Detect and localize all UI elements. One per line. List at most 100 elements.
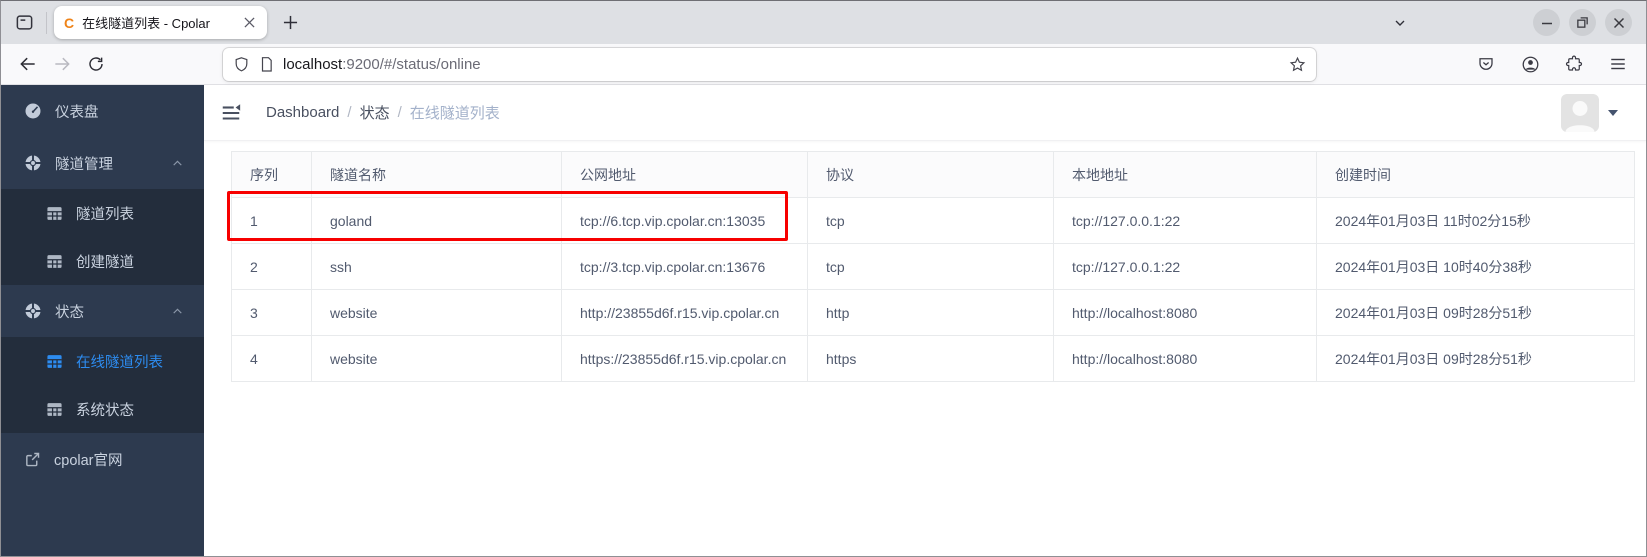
cell-created-time: 2024年01月03日 11时02分15秒	[1316, 197, 1635, 244]
sidebar: 仪表盘 隧道管理 隧道列表 创建隧道 状态 在线隧道列表 系统状态 cpolar…	[1, 85, 204, 556]
sidebar-item-label: 创建隧道	[76, 254, 134, 271]
pocket-icon[interactable]	[1470, 48, 1502, 80]
chevron-up-icon	[171, 305, 184, 318]
cell-seq: 3	[231, 289, 312, 336]
cell-seq: 4	[231, 335, 312, 382]
list-all-tabs-chevron-icon[interactable]	[1385, 8, 1415, 38]
table-row: 3 website http://23855d6f.r15.vip.cpolar…	[231, 289, 1635, 336]
col-header-protocol: 协议	[807, 151, 1054, 198]
cell-protocol: http	[807, 289, 1054, 336]
breadcrumb-separator: /	[397, 104, 402, 121]
main-header: Dashboard / 状态 / 在线隧道列表	[204, 85, 1646, 141]
restore-button[interactable]	[1569, 9, 1596, 36]
cell-seq: 2	[231, 243, 312, 290]
compass-icon	[24, 302, 42, 320]
sidebar-item-label: 隧道列表	[76, 206, 134, 223]
toolbar-right	[1470, 48, 1634, 80]
col-header-public-address: 公网地址	[561, 151, 808, 198]
sidebar-item-tunnel-management[interactable]: 隧道管理	[1, 137, 204, 189]
cell-public-address: tcp://3.tcp.vip.cpolar.cn:13676	[561, 243, 808, 290]
firefox-view-icon[interactable]	[9, 8, 39, 38]
sidebar-item-label: 在线隧道列表	[76, 354, 163, 371]
dashboard-gauge-icon	[24, 102, 42, 120]
cell-local-address: http://localhost:8080	[1053, 335, 1317, 382]
cell-tunnel-name: website	[311, 289, 562, 336]
user-menu[interactable]	[1561, 93, 1618, 132]
hamburger-menu-icon[interactable]	[1602, 48, 1634, 80]
close-button[interactable]	[1605, 9, 1632, 36]
table-grid-icon	[46, 205, 63, 222]
avatar	[1561, 93, 1599, 132]
sidebar-item-label: 隧道管理	[55, 156, 113, 173]
breadcrumb-separator: /	[347, 104, 352, 121]
url-text: localhost:9200/#/status/online	[283, 56, 1289, 73]
cell-created-time: 2024年01月03日 09时28分51秒	[1316, 289, 1635, 336]
chevron-up-icon	[171, 157, 184, 170]
cell-public-address: https://23855d6f.r15.vip.cpolar.cn	[561, 335, 808, 382]
tab-close-icon[interactable]	[239, 13, 259, 33]
sidebar-item-system-status[interactable]: 系统状态	[1, 385, 204, 433]
col-header-created-time: 创建时间	[1316, 151, 1635, 198]
table-header-row: 序列 隧道名称 公网地址 协议 本地地址 创建时间	[231, 151, 1635, 198]
cell-protocol: tcp	[807, 243, 1054, 290]
cell-seq: 1	[231, 197, 312, 244]
sidebar-item-label: 状态	[55, 304, 84, 321]
cell-created-time: 2024年01月03日 10时40分38秒	[1316, 243, 1635, 290]
forward-button[interactable]	[45, 48, 79, 80]
table-grid-icon	[46, 253, 63, 270]
main-area: Dashboard / 状态 / 在线隧道列表 序列 隧道名称 公网地址 协议 …	[204, 85, 1646, 556]
breadcrumb: Dashboard / 状态 / 在线隧道列表	[266, 102, 500, 123]
account-icon[interactable]	[1514, 48, 1546, 80]
cpolar-favicon: C	[64, 14, 75, 31]
table-row: 2 ssh tcp://3.tcp.vip.cpolar.cn:13676 tc…	[231, 243, 1635, 290]
cell-protocol: https	[807, 335, 1054, 382]
url-bar[interactable]: localhost:9200/#/status/online	[223, 48, 1316, 81]
sidebar-item-dashboard[interactable]: 仪表盘	[1, 85, 204, 137]
cell-created-time: 2024年01月03日 09时28分51秒	[1316, 335, 1635, 382]
breadcrumb-item-dashboard[interactable]: Dashboard	[266, 104, 339, 121]
sidebar-item-create-tunnel[interactable]: 创建隧道	[1, 237, 204, 285]
url-path: :9200/#/status/online	[342, 56, 481, 73]
sidebar-item-online-tunnel-list[interactable]: 在线隧道列表	[1, 337, 204, 385]
cell-local-address: http://localhost:8080	[1053, 289, 1317, 336]
new-tab-button[interactable]	[275, 8, 305, 38]
tunnel-table-area: 序列 隧道名称 公网地址 协议 本地地址 创建时间 1 goland tcp:/	[227, 151, 1635, 382]
table-grid-icon	[46, 353, 63, 370]
sidebar-item-tunnel-list[interactable]: 隧道列表	[1, 189, 204, 237]
navigation-bar: localhost:9200/#/status/online	[1, 44, 1646, 85]
table-row: 1 goland tcp://6.tcp.vip.cpolar.cn:13035…	[231, 197, 1635, 244]
cell-public-address: tcp://6.tcp.vip.cpolar.cn:13035	[561, 197, 808, 244]
browser-tab[interactable]: C 在线隧道列表 - Cpolar	[54, 6, 267, 39]
cell-tunnel-name: ssh	[311, 243, 562, 290]
browser-window: C 在线隧道列表 - Cpolar localhost:9200/#/statu…	[0, 0, 1647, 557]
extensions-puzzle-icon[interactable]	[1558, 48, 1590, 80]
table-grid-icon	[46, 401, 63, 418]
window-controls	[1533, 9, 1632, 36]
breadcrumb-item-status[interactable]: 状态	[360, 102, 390, 123]
tab-bar: C 在线隧道列表 - Cpolar	[1, 1, 1646, 44]
bookmark-star-icon[interactable]	[1289, 56, 1306, 73]
sidebar-item-label: 系统状态	[76, 402, 134, 419]
shield-icon[interactable]	[233, 56, 250, 73]
reload-button[interactable]	[79, 48, 113, 80]
sidebar-collapse-icon[interactable]	[220, 102, 242, 124]
page-info-icon[interactable]	[259, 56, 274, 73]
caret-down-icon	[1608, 109, 1618, 116]
cell-tunnel-name: website	[311, 335, 562, 382]
sidebar-item-status[interactable]: 状态	[1, 285, 204, 337]
tab-title: 在线隧道列表 - Cpolar	[82, 16, 210, 31]
sidebar-item-label: 仪表盘	[55, 104, 99, 121]
cell-local-address: tcp://127.0.0.1:22	[1053, 243, 1317, 290]
col-header-seq: 序列	[231, 151, 312, 198]
table-row: 4 website https://23855d6f.r15.vip.cpola…	[231, 335, 1635, 382]
minimize-button[interactable]	[1533, 9, 1560, 36]
online-tunnel-table: 序列 隧道名称 公网地址 协议 本地地址 创建时间 1 goland tcp:/	[231, 151, 1635, 382]
col-header-local-address: 本地地址	[1053, 151, 1317, 198]
compass-icon	[24, 154, 42, 172]
cell-public-address: http://23855d6f.r15.vip.cpolar.cn	[561, 289, 808, 336]
back-button[interactable]	[11, 48, 45, 80]
sidebar-item-cpolar-website[interactable]: cpolar官网	[1, 433, 204, 485]
sidebar-item-label: cpolar官网	[54, 452, 123, 469]
sidebar-submenu-tunnel: 隧道列表 创建隧道	[1, 189, 204, 285]
cell-protocol: tcp	[807, 197, 1054, 244]
